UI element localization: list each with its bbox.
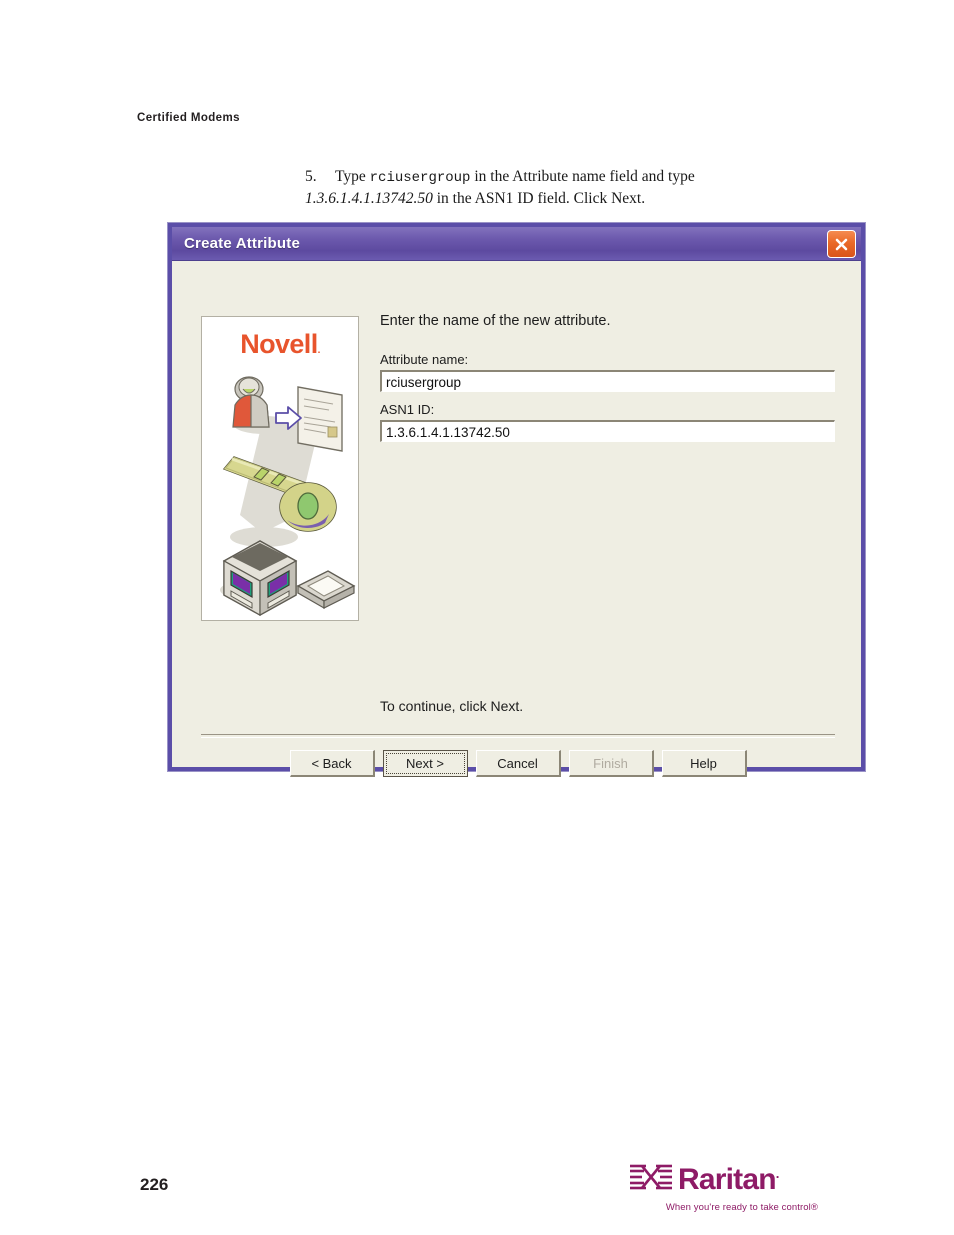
attribute-name-input[interactable]: rciusergroup bbox=[380, 370, 835, 392]
cancel-button[interactable]: Cancel bbox=[475, 750, 561, 777]
continue-hint: To continue, click Next. bbox=[380, 698, 524, 714]
back-button[interactable]: < Back bbox=[289, 750, 375, 777]
dialog-content: Enter the name of the new attribute. Att… bbox=[380, 313, 835, 452]
asn1-id-label: ASN1 ID: bbox=[380, 402, 435, 417]
attribute-name-label: Attribute name: bbox=[380, 352, 469, 367]
raritan-logo-row: Raritan. bbox=[628, 1160, 818, 1199]
step-number: 5. bbox=[305, 168, 317, 185]
next-button[interactable]: Next > bbox=[382, 750, 468, 777]
step-text-part1: Type bbox=[335, 168, 370, 185]
dialog-body: Novell. Enter the name of the new attrib… bbox=[172, 261, 861, 777]
raritan-mark-icon bbox=[628, 1160, 674, 1199]
raritan-name-reg: . bbox=[775, 1165, 780, 1181]
next-button-label: Next > bbox=[406, 756, 444, 771]
intro-text: Enter the name of the new attribute. bbox=[380, 313, 611, 329]
running-header: Certified Modems bbox=[137, 112, 240, 124]
footer-divider bbox=[201, 734, 835, 738]
attribute-name-group: Attribute name: rciusergroup bbox=[380, 352, 835, 392]
close-icon bbox=[833, 236, 850, 253]
help-button[interactable]: Help bbox=[661, 750, 747, 777]
novell-logo-text: Novell bbox=[240, 329, 318, 359]
page-number: 226 bbox=[140, 1175, 169, 1194]
close-button[interactable] bbox=[827, 230, 856, 258]
raritan-wordmark: Raritan. bbox=[678, 1162, 780, 1196]
step-italic-value: 1.3.6.1.4.1.13742.50 bbox=[305, 190, 433, 208]
dialog-button-row: < Back Next > Cancel Finish Help bbox=[201, 750, 835, 777]
dialog-titlebar[interactable]: Create Attribute bbox=[172, 227, 861, 261]
raritan-tagline: When you're ready to take control® bbox=[665, 1202, 818, 1213]
dialog-title: Create Attribute bbox=[184, 235, 300, 252]
wizard-illustration-icon bbox=[202, 365, 358, 620]
asn1-id-input[interactable]: 1.3.6.1.4.1.13742.50 bbox=[380, 420, 835, 442]
step-text-part3: in the ASN1 ID field. Click Next. bbox=[432, 190, 646, 208]
step-text-part2: in the Attribute name field and type bbox=[470, 168, 695, 185]
step-mono-value: rciusergroup bbox=[369, 170, 471, 186]
novell-logo-tm: . bbox=[317, 345, 321, 356]
branding-panel: Novell. bbox=[201, 316, 359, 621]
instruction-step: 5. Type rciusergroup in the Attribute na… bbox=[305, 166, 765, 211]
raritan-name-text: Raritan bbox=[678, 1162, 777, 1196]
finish-button: Finish bbox=[568, 750, 654, 777]
step-text: Type rciusergroup in the Attribute name … bbox=[305, 168, 695, 207]
raritan-logo: Raritan. When you're ready to take contr… bbox=[628, 1160, 818, 1213]
create-attribute-dialog: Create Attribute Novell. Enter the name … bbox=[168, 223, 865, 777]
asn1-id-group: ASN1 ID: 1.3.6.1.4.1.13742.50 bbox=[380, 402, 835, 442]
novell-logo: Novell. bbox=[202, 329, 358, 360]
